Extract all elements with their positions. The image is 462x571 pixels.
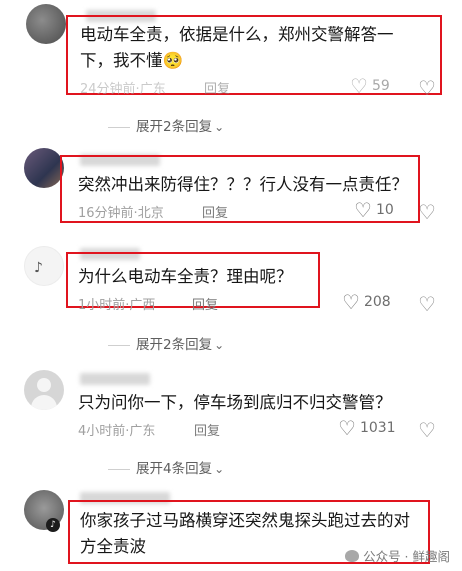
comment-meta: 16分钟前·北京 (78, 206, 164, 221)
comment-meta: 1小时前·广西 (78, 298, 156, 313)
comment-text: 电动车全责，依据是什么，郑州交警解答一 下，我不懂🥺 (80, 25, 394, 70)
like-button[interactable]: ♡ 1031 (338, 418, 396, 438)
divider (108, 344, 130, 346)
expand-replies-link[interactable]: 展开2条回复 ⌄ (108, 333, 224, 353)
username-redacted (80, 373, 150, 385)
tiktok-logo-icon: ♪ (46, 518, 60, 532)
expand-replies-link[interactable]: 展开4条回复 ⌄ (108, 457, 224, 477)
avatar[interactable] (26, 4, 66, 44)
avatar[interactable] (24, 148, 64, 188)
like-count: 59 (371, 78, 390, 94)
like-button[interactable]: ♡ 10 (354, 200, 394, 220)
reply-button[interactable]: 回复 (202, 202, 228, 221)
avatar[interactable] (24, 370, 64, 410)
heart-outline-icon: ♡ (354, 198, 372, 222)
comment-meta: 24分钟前·广东 (80, 82, 166, 97)
like-button[interactable]: ♡ 208 (342, 292, 391, 312)
reply-button[interactable]: 回复 (194, 420, 220, 439)
reply-button[interactable]: 回复 (192, 294, 218, 313)
avatar[interactable]: ♪ (24, 246, 64, 286)
wechat-icon (345, 550, 360, 562)
tiktok-logo-icon: ♪ (34, 260, 43, 276)
like-count: 10 (375, 202, 394, 218)
broken-heart-icon[interactable]: ♡ (418, 418, 436, 442)
heart-outline-icon: ♡ (342, 290, 360, 314)
comment-text: 为什么电动车全责？理由呢？ (78, 267, 293, 286)
reply-button[interactable]: 回复 (204, 78, 230, 97)
broken-heart-icon[interactable]: ♡ (418, 292, 436, 316)
chevron-down-icon: ⌄ (214, 462, 225, 476)
comment-text: 只为问你一下，停车场到底归不归交警管？ (78, 393, 392, 412)
heart-outline-icon: ♡ (350, 74, 368, 98)
expand-replies-link[interactable]: 展开2条回复 ⌄ (108, 115, 224, 135)
broken-heart-icon[interactable]: ♡ (418, 76, 436, 100)
chevron-down-icon: ⌄ (214, 338, 225, 352)
broken-heart-icon[interactable]: ♡ (418, 200, 436, 224)
comment-meta: 4小时前·广东 (78, 424, 156, 439)
like-count: 1031 (359, 420, 396, 436)
watermark: 公众号 · 鲜趣阁 (345, 546, 450, 565)
like-count: 208 (363, 294, 391, 310)
comment-text: 突然冲出来防得住？？？行人没有一点责任？ (78, 175, 408, 194)
chevron-down-icon: ⌄ (214, 120, 225, 134)
divider (108, 468, 130, 470)
heart-outline-icon: ♡ (338, 416, 356, 440)
divider (108, 126, 130, 128)
like-button[interactable]: ♡ 59 (350, 76, 390, 96)
